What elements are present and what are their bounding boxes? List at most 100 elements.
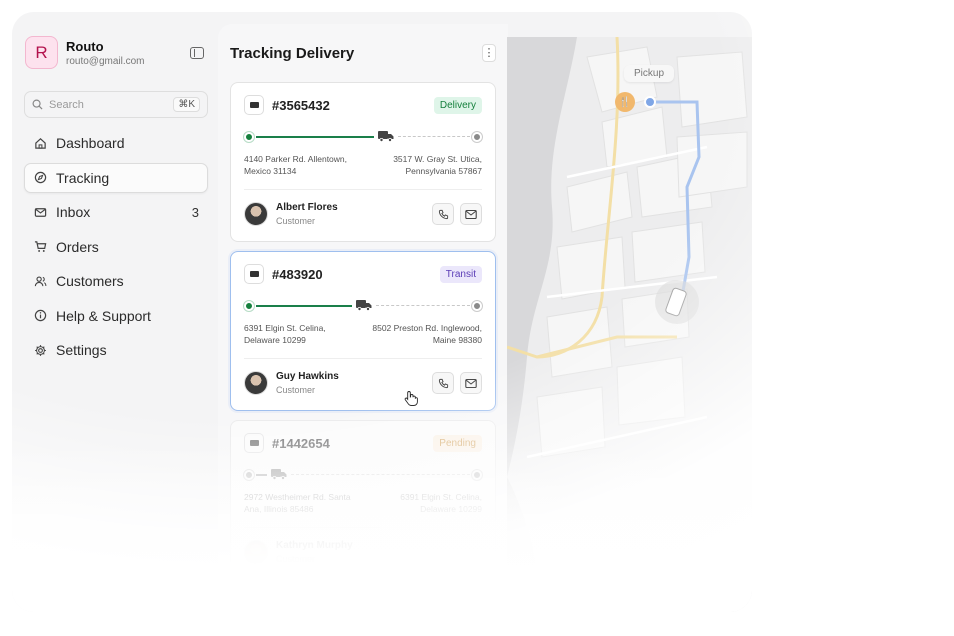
- delivery-progress: [244, 127, 482, 147]
- origin-address: 2972 Westheimer Rd. Santa Ana, Illinois 8…: [244, 492, 351, 514]
- order-id: #1442654: [272, 435, 330, 451]
- search-input[interactable]: Search ⌘K: [24, 91, 208, 118]
- map-canvas: [507, 37, 752, 612]
- call-button[interactable]: [432, 372, 454, 394]
- progress-line-completed: [256, 136, 374, 138]
- cart-icon: [33, 240, 47, 254]
- restaurant-pin-icon[interactable]: 🍴: [615, 92, 635, 112]
- workspace-avatar: R: [25, 36, 58, 69]
- more-options-button[interactable]: ⋮: [482, 44, 496, 62]
- search-icon: [32, 99, 43, 110]
- sidebar-item-dashboard[interactable]: Dashboard: [24, 128, 208, 158]
- progress-line-completed: [256, 305, 353, 307]
- destination-address: 3517 W. Gray St. Utica, Pennsylvania 5786…: [393, 154, 482, 176]
- sidebar-item-settings[interactable]: Settings: [24, 335, 208, 365]
- hand-cursor-icon: [404, 391, 418, 406]
- mail-icon: [465, 378, 477, 388]
- email-button[interactable]: [460, 372, 482, 394]
- tracking-panel: Tracking Delivery ⋮ #3565432 Delivery 41…: [218, 24, 508, 612]
- route-addresses: 4140 Parker Rd. Allentown, Mexico 31134 3…: [244, 153, 482, 177]
- customer-name: Kathryn Murphy: [276, 540, 353, 551]
- sidebar-item-label: Customers: [56, 273, 124, 289]
- route-addresses: 6391 Elgin St. Celina, Delaware 10299 850…: [244, 322, 482, 346]
- sidebar: R Routo routo@gmail.com Search ⌘K Dashbo…: [12, 12, 220, 612]
- sidebar-item-inbox[interactable]: Inbox 3: [24, 197, 208, 227]
- order-id: #3565432: [272, 97, 330, 113]
- mail-icon: [465, 209, 477, 219]
- sidebar-item-label: Tracking: [56, 169, 110, 186]
- truck-icon: [377, 131, 394, 142]
- sidebar-item-label: Help & Support: [56, 307, 151, 324]
- map-view[interactable]: Pickup 🍴: [507, 37, 752, 612]
- truck-icon: [270, 469, 287, 480]
- progress-line-completed: [256, 474, 267, 476]
- delivery-progress: [244, 465, 482, 485]
- customer-row: Kathryn Murphy Customer: [244, 540, 482, 564]
- sidebar-item-customers[interactable]: Customers: [24, 266, 208, 296]
- mail-icon: [33, 205, 47, 219]
- package-icon: [244, 264, 264, 284]
- compass-icon: [33, 171, 47, 185]
- customer-role: Customer: [276, 385, 316, 395]
- truck-icon: [356, 300, 372, 311]
- destination-dot: [472, 132, 482, 142]
- package-icon: [244, 95, 264, 115]
- origin-address: 6391 Elgin St. Celina, Delaware 10299: [244, 323, 326, 345]
- progress-line-remaining: [397, 136, 470, 137]
- delivery-progress: [244, 296, 482, 316]
- phone-icon: [438, 209, 448, 219]
- email-button[interactable]: [460, 203, 482, 225]
- avatar: [244, 540, 268, 564]
- status-badge: Pending: [433, 434, 482, 452]
- customer-role: Customer: [276, 216, 316, 226]
- panel-header: Tracking Delivery ⋮: [230, 24, 496, 82]
- sidebar-item-orders[interactable]: Orders: [24, 232, 208, 262]
- origin-dot: [244, 301, 254, 311]
- home-icon: [33, 136, 47, 150]
- sidebar-item-help-support[interactable]: Help & Support: [24, 301, 208, 331]
- order-card[interactable]: #483920 Transit 6391 Elgin St. Celina, De…: [230, 251, 496, 411]
- origin-dot: [244, 132, 254, 142]
- sidebar-item-label: Dashboard: [56, 135, 125, 151]
- sidebar-item-label: Orders: [56, 238, 99, 255]
- order-id: #483920: [272, 266, 323, 282]
- divider: [244, 189, 482, 190]
- phone-icon: [438, 378, 448, 388]
- pickup-label: Pickup: [624, 65, 675, 82]
- order-card[interactable]: #1442654 Pending 2972 Westheimer Rd. San…: [230, 420, 496, 580]
- sidebar-nav: Dashboard Tracking Inbox 3 Orders Custom…: [24, 128, 208, 365]
- route-addresses: 2972 Westheimer Rd. Santa Ana, Illinois 8…: [244, 491, 482, 515]
- customer-row: Albert Flores Customer: [244, 202, 482, 226]
- status-badge: Transit: [439, 265, 482, 283]
- customer-name: Albert Flores: [276, 202, 338, 213]
- progress-line-remaining: [376, 305, 470, 306]
- page-title: Tracking Delivery: [230, 44, 355, 62]
- gear-icon: [33, 343, 47, 357]
- destination-address: 6391 Elgin St. Celina, Delaware 10299: [400, 492, 482, 514]
- sidebar-item-tracking[interactable]: Tracking: [24, 162, 208, 193]
- search-placeholder: Search: [49, 98, 84, 111]
- call-button[interactable]: [432, 203, 454, 225]
- customer-row: Guy Hawkins Customer: [244, 371, 482, 395]
- sidebar-toggle-icon[interactable]: [190, 46, 204, 59]
- order-card[interactable]: #3565432 Delivery 4140 Parker Rd. Allent…: [230, 82, 496, 242]
- sidebar-item-label: Settings: [56, 342, 107, 358]
- package-icon: [244, 433, 264, 453]
- divider: [244, 527, 482, 528]
- search-shortcut: ⌘K: [173, 97, 200, 112]
- customer-role: Customer: [276, 554, 316, 564]
- destination-dot: [472, 301, 482, 311]
- users-icon: [33, 274, 47, 288]
- inbox-count-badge: 3: [191, 204, 199, 220]
- destination-address: 8502 Preston Rd. Inglewood, Maine 98380: [372, 323, 482, 345]
- route-start-dot: [644, 96, 656, 108]
- status-badge: Delivery: [433, 96, 482, 114]
- info-icon: [33, 309, 47, 323]
- app-window: R Routo routo@gmail.com Search ⌘K Dashbo…: [12, 12, 752, 612]
- workspace-name: Routo: [66, 38, 104, 54]
- workspace-info: Routo routo@gmail.com: [66, 39, 145, 67]
- workspace-header[interactable]: R Routo routo@gmail.com: [24, 36, 208, 69]
- progress-line-remaining: [290, 474, 470, 475]
- origin-address: 4140 Parker Rd. Allentown, Mexico 31134: [244, 154, 348, 176]
- customer-name: Guy Hawkins: [276, 371, 339, 382]
